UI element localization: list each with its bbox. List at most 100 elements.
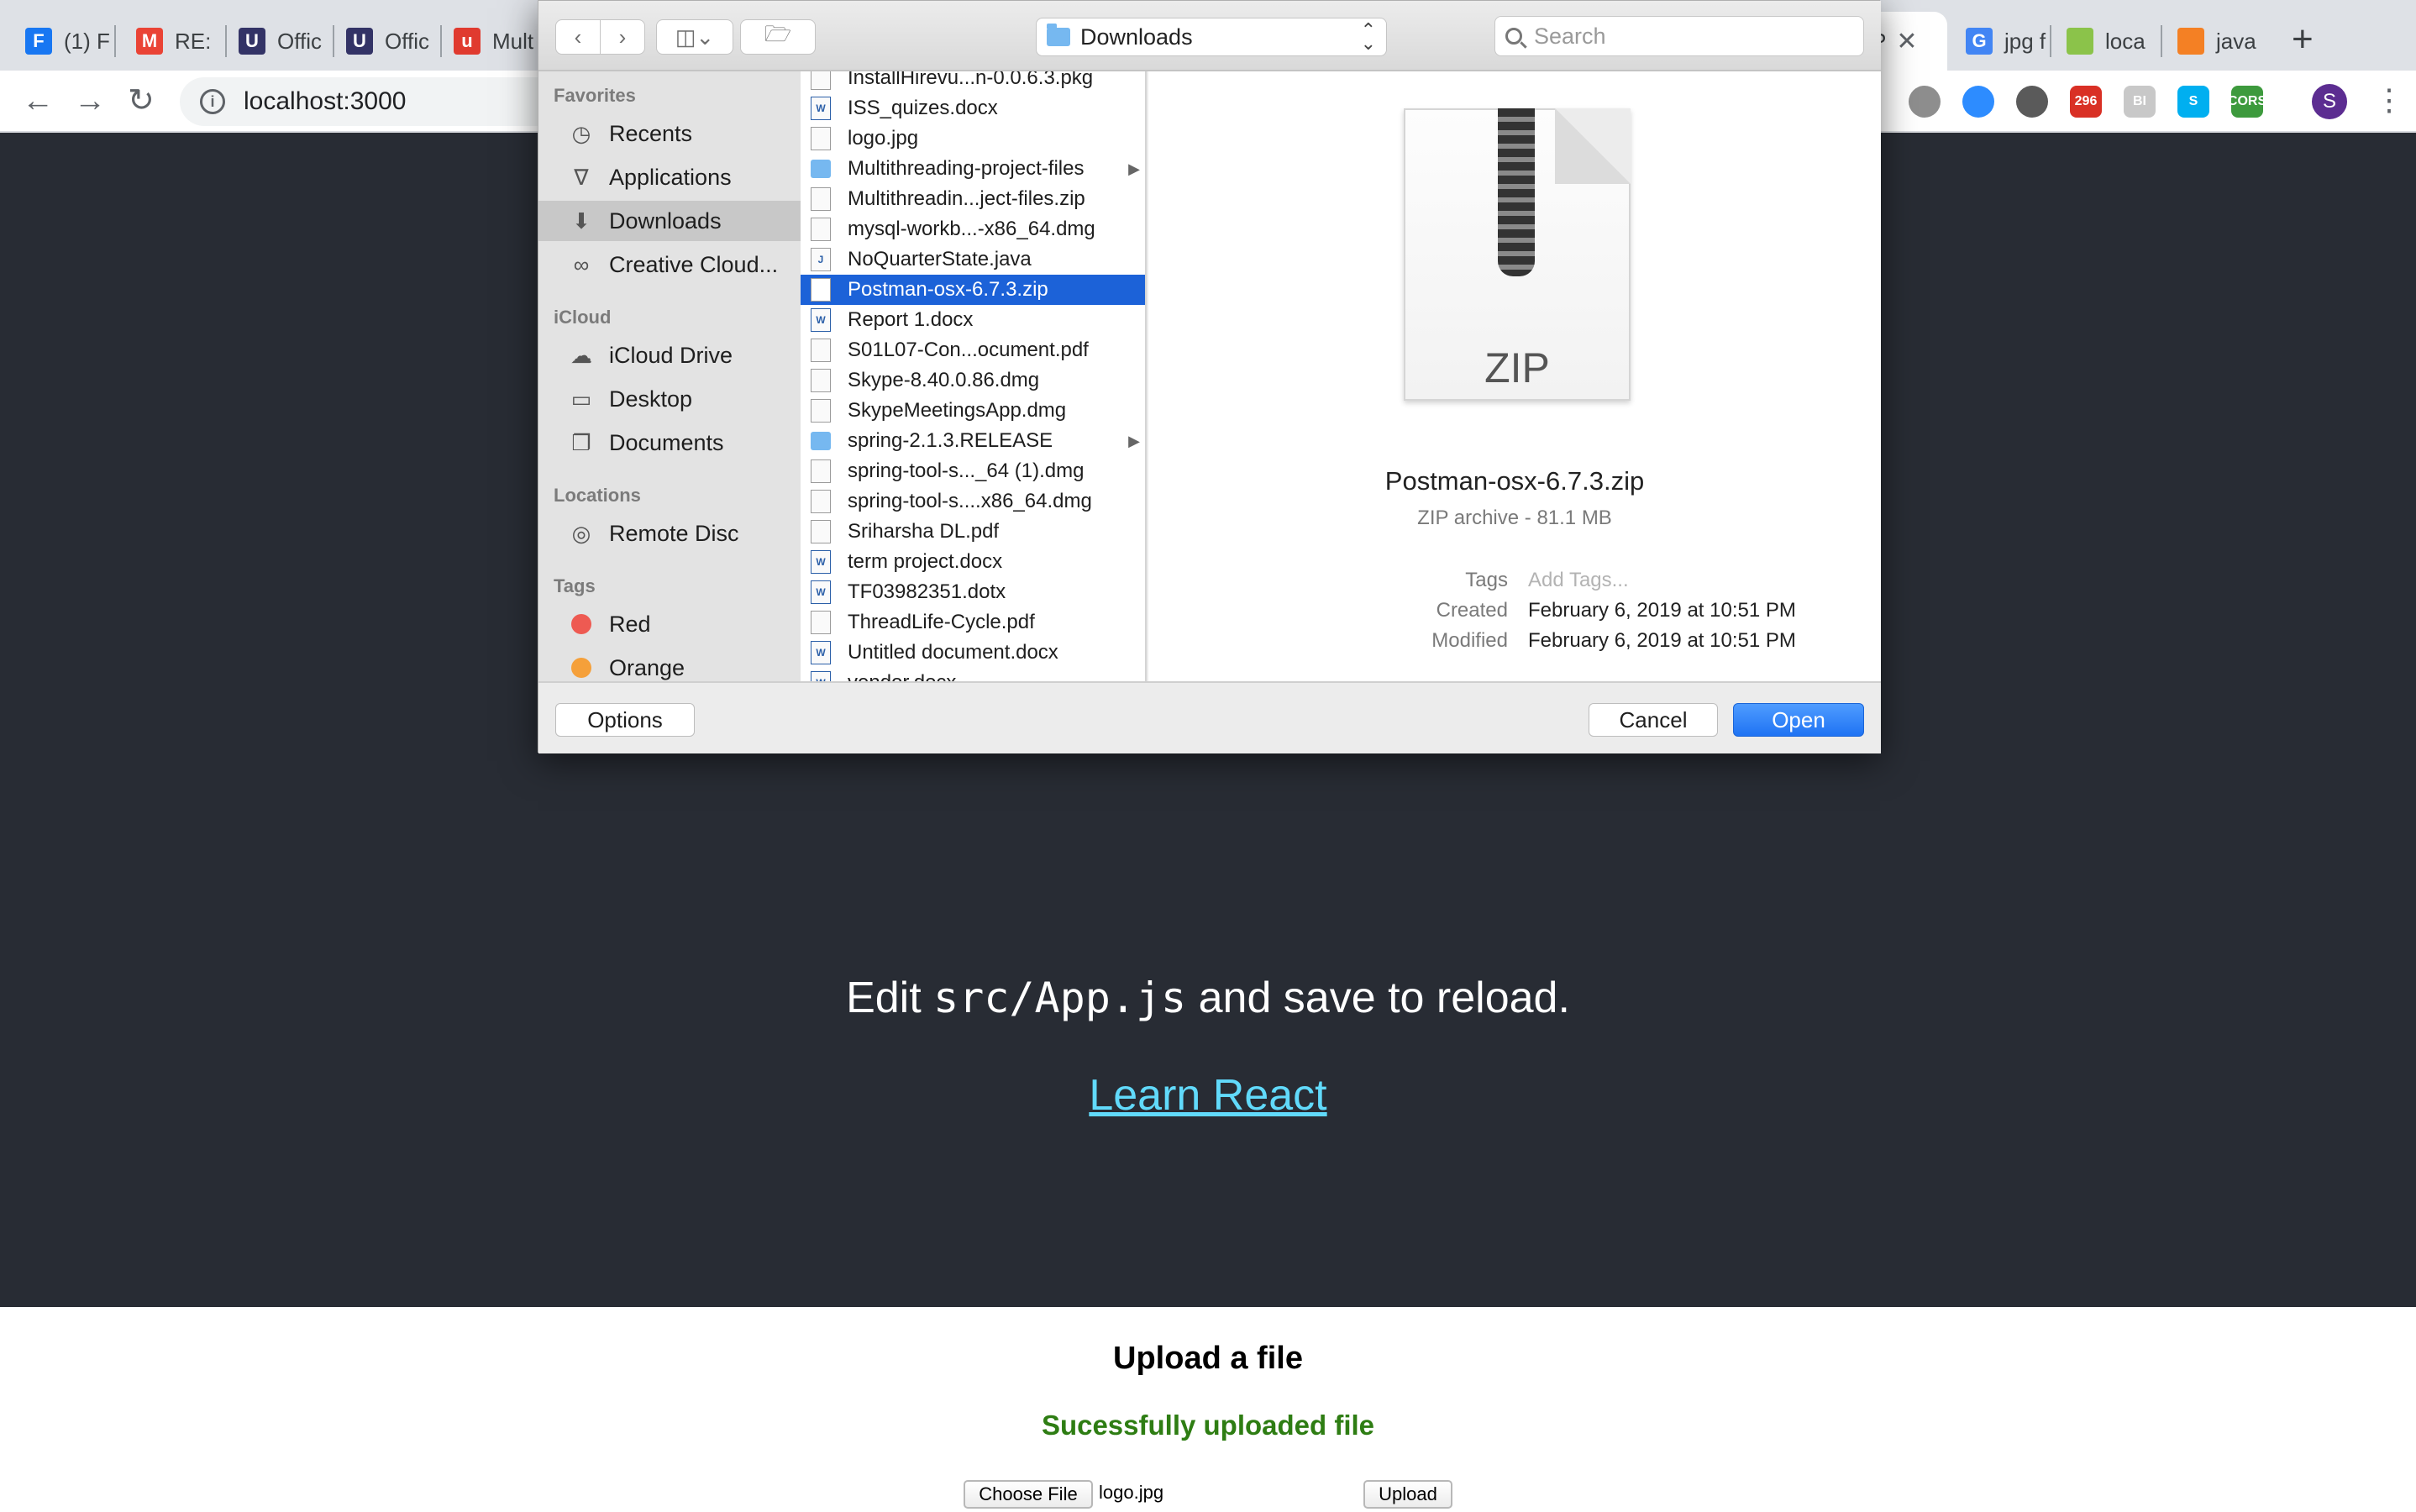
preview-file-name: Postman-osx-6.7.3.zip	[1384, 466, 1645, 496]
tab-favicon-icon: F	[25, 28, 52, 55]
file-list-item[interactable]: Postman-osx-6.7.3.zip	[801, 275, 1145, 305]
tab-title: java	[2216, 28, 2256, 54]
file-name: TF03982351.dotx	[848, 580, 1006, 603]
file-list-item[interactable]: mysql-workb...-x86_64.dmg	[801, 214, 1145, 244]
forward-arrow-icon[interactable]: →	[74, 84, 106, 118]
browser-tab[interactable]: U Offic	[334, 12, 439, 71]
file-name: ISS_quizes.docx	[848, 97, 998, 119]
disclosure-arrow-icon: ▶	[1128, 432, 1140, 449]
browser-tab[interactable]: loca	[2055, 12, 2159, 71]
tag-color-dot	[571, 614, 591, 634]
location-popup[interactable]: Downloads ⌃ ⌄	[1036, 18, 1387, 56]
file-name: Skype-8.40.0.86.dmg	[848, 369, 1040, 391]
learn-react-link[interactable]: Learn React	[0, 1070, 2416, 1121]
file-list-item[interactable]: InstallHirevu...n-0.0.6.3.pkg	[801, 71, 1145, 93]
file-list-item[interactable]: logo.jpg	[801, 123, 1145, 154]
sidebar-item-icloud-drive[interactable]: ☁ iCloud Drive	[538, 335, 801, 375]
back-arrow-icon[interactable]: ←	[22, 84, 54, 118]
sidebar-item-applications[interactable]: ∇ Applications	[538, 157, 801, 197]
upload-button[interactable]: Upload	[1363, 1480, 1452, 1509]
sidebar-item-recents[interactable]: ◷ Recents	[538, 113, 801, 154]
file-list-item[interactable]: W Report 1.docx	[801, 305, 1145, 335]
file-name: spring-tool-s....x86_64.dmg	[848, 490, 1092, 512]
view-mode-icon[interactable]: ◫⌄	[656, 19, 733, 55]
file-name: mysql-workb...-x86_64.dmg	[848, 218, 1095, 240]
file-list-item[interactable]: ThreadLife-Cycle.pdf	[801, 607, 1145, 638]
tab-close-icon[interactable]: ✕	[1896, 27, 1917, 56]
file-list-item[interactable]: S01L07-Con...ocument.pdf	[801, 335, 1145, 365]
sidebar-item-label: Documents	[609, 429, 724, 455]
options-button[interactable]: Options	[555, 703, 695, 737]
browser-tab[interactable]: u Mult	[442, 12, 534, 71]
reload-icon[interactable]: ↻	[128, 84, 155, 118]
clock-icon: ◷	[571, 120, 591, 146]
chrome-menu-icon[interactable]: ⋮	[2374, 82, 2404, 118]
preview-file-kind: ZIP archive - 81.1 MB	[1417, 507, 1612, 529]
file-name: SkypeMeetingsApp.dmg	[848, 399, 1067, 422]
sidebar-item-documents[interactable]: ❐ Documents	[538, 423, 801, 463]
sidebar-item-creative-cloud[interactable]: ∞ Creative Cloud...	[538, 244, 801, 285]
file-list-item[interactable]: Multithreadin...ject-files.zip	[801, 184, 1145, 214]
dialog-footer: Options Cancel Open	[538, 681, 1881, 753]
gmail-ext-icon[interactable]: 296	[2070, 86, 2102, 118]
file-list-item[interactable]: Skype-8.40.0.86.dmg	[801, 365, 1145, 396]
file-list-item[interactable]: W Untitled document.docx	[801, 638, 1145, 668]
forward-icon[interactable]: ›	[600, 19, 645, 55]
word-file-icon: W	[811, 308, 831, 332]
tab-title: (1) F	[64, 28, 110, 54]
sidebar-tag-red[interactable]: Red	[538, 604, 801, 644]
zoom-ext-icon[interactable]	[1962, 86, 1994, 118]
sidebar-item-desktop[interactable]: ▭ Desktop	[538, 379, 801, 419]
browser-tab[interactable]: Gjpg f	[1954, 12, 2048, 71]
creative-cloud-icon: ∞	[573, 251, 590, 277]
tab-title: Mult	[492, 28, 534, 54]
add-tags-field[interactable]: Add Tags...	[1528, 569, 1629, 592]
cors-ext-icon[interactable]: CORS	[2228, 86, 2266, 118]
skype-ext-icon[interactable]: S	[2177, 86, 2209, 118]
file-name: spring-2.1.3.RELEASE	[848, 429, 1053, 452]
eyedropper-ext-icon[interactable]	[2016, 86, 2048, 118]
globe-ext-icon[interactable]	[1909, 86, 1941, 118]
file-list-item[interactable]: spring-tool-s..._64 (1).dmg	[801, 456, 1145, 486]
tag-color-dot	[571, 658, 591, 678]
browser-tab[interactable]: java	[2166, 12, 2263, 71]
file-list-item[interactable]: SkypeMeetingsApp.dmg	[801, 396, 1145, 426]
cancel-button[interactable]: Cancel	[1589, 703, 1718, 737]
sidebar-item-remote-disc[interactable]: ◎ Remote Disc	[538, 513, 801, 554]
sidebar-tag-orange[interactable]: Orange	[538, 648, 801, 681]
open-button[interactable]: Open	[1733, 703, 1864, 737]
back-icon[interactable]: ‹	[555, 19, 601, 55]
profile-avatar[interactable]: S	[2312, 84, 2347, 119]
zip-icon-label: ZIP	[1484, 344, 1550, 391]
browser-tab[interactable]: M RE:	[124, 12, 223, 71]
dialog-sidebar: Favorites ◷ Recents ∇ Applications ⬇ Downloads…	[538, 71, 801, 681]
file-list-item[interactable]: Wvendor.docx	[801, 668, 1145, 681]
browser-tab[interactable]: F (1) F	[13, 12, 113, 71]
file-list-item[interactable]: spring-tool-s....x86_64.dmg	[801, 486, 1145, 517]
new-folder-icon[interactable]: 🗁	[740, 19, 816, 55]
downloads-icon: ⬇	[572, 207, 591, 234]
bi-ext-icon[interactable]: BI	[2124, 86, 2156, 118]
file-list-item[interactable]: Multithreading-project-files ▶	[801, 154, 1145, 184]
java-file-icon: J	[811, 248, 831, 271]
file-list-item[interactable]: Wterm project.docx	[801, 547, 1145, 577]
sidebar-tag-label: Red	[609, 611, 651, 637]
file-name: logo.jpg	[848, 127, 919, 150]
new-tab-button[interactable]: +	[2292, 18, 2314, 60]
search-field[interactable]: Search	[1494, 16, 1864, 56]
sidebar-section-favorites: Favorites	[554, 85, 636, 106]
file-list-item[interactable]: J NoQuarterState.java	[801, 244, 1145, 275]
edit-prefix: Edit	[846, 974, 934, 1022]
pdf-file-icon	[811, 520, 831, 543]
file-list-item[interactable]: W TF03982351.dotx	[801, 577, 1145, 607]
site-info-icon[interactable]: i	[200, 89, 225, 114]
file-name: term project.docx	[848, 550, 1003, 573]
sidebar-item-downloads[interactable]: ⬇ Downloads	[538, 201, 801, 241]
word-file-icon: W	[811, 671, 831, 681]
browser-tab[interactable]: U Offic	[227, 12, 331, 71]
file-list-item[interactable]: W ISS_quizes.docx	[801, 93, 1145, 123]
file-list-item[interactable]: spring-2.1.3.RELEASE ▶	[801, 426, 1145, 456]
dmg-file-icon	[811, 399, 831, 423]
choose-file-button[interactable]: Choose File	[964, 1480, 1093, 1509]
file-list-item[interactable]: Sriharsha DL.pdf	[801, 517, 1145, 547]
